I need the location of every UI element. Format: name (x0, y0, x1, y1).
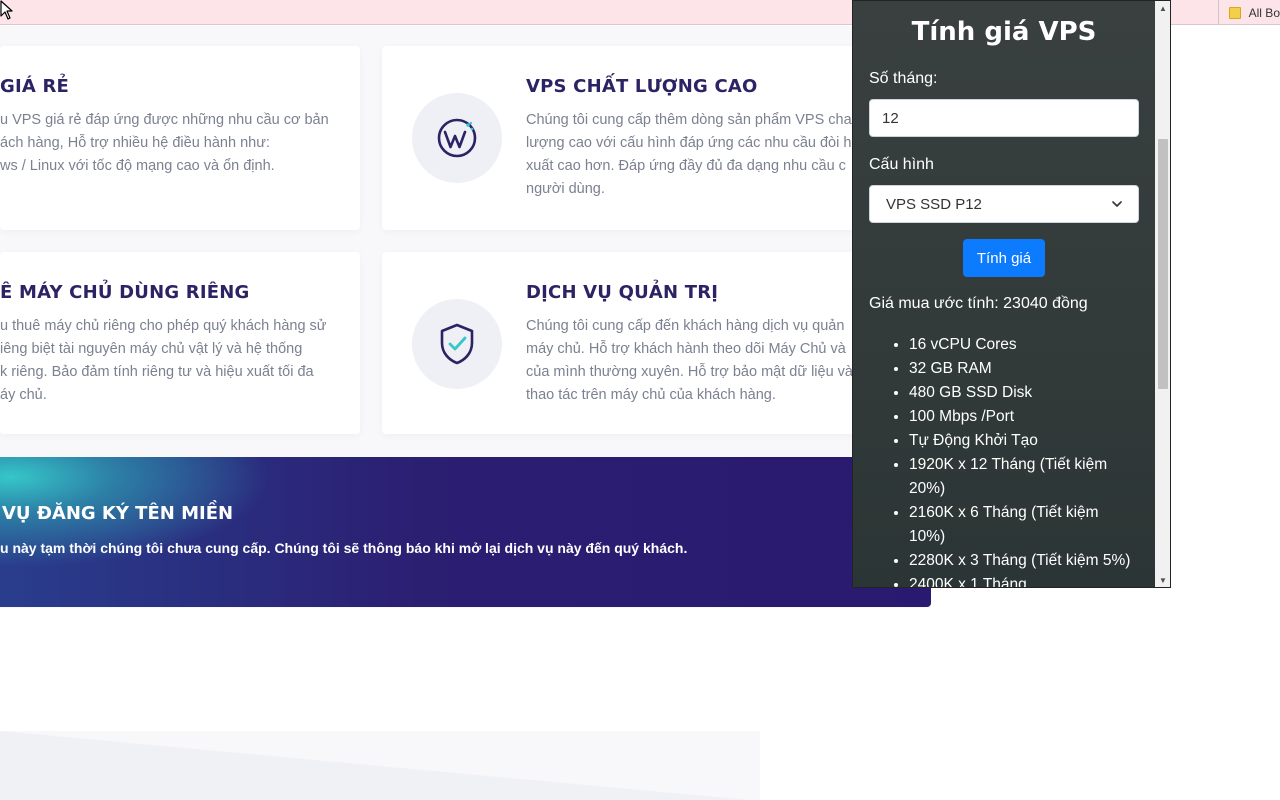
card-line: thao tác trên máy chủ của khách hàng. (526, 387, 776, 403)
popup-content: Tính giá VPS Số tháng: 12 Cấu hình VPS S… (853, 1, 1155, 587)
card-title: GIÁ RẺ (0, 76, 70, 97)
list-item: 32 GB RAM (909, 357, 1139, 381)
list-item: 100 Mbps /Port (909, 405, 1139, 429)
scrollbar-thumb[interactable] (1158, 139, 1168, 389)
card-line: người dùng. (526, 181, 605, 197)
months-label: Số tháng: (869, 70, 938, 87)
decorative-wave (0, 731, 750, 800)
card-line: ws / Linux với tốc độ mạng cao và ổn địn… (0, 158, 275, 174)
scroll-down-arrow-icon[interactable]: ▼ (1155, 573, 1170, 587)
card-line: máy chủ. Hỗ trợ khách hành theo dõi Máy … (526, 341, 846, 357)
vps-price-calculator-popup: Tính giá VPS Số tháng: 12 Cấu hình VPS S… (852, 0, 1171, 588)
folder-icon (1228, 6, 1241, 19)
service-card-vps-chat-luong-cao: VPS CHẤT LƯỢNG CAO Chúng tôi cung cấp th… (382, 46, 862, 230)
price-result: Giá mua ước tính: 23040 đồng (869, 295, 1088, 312)
bottom-right-area (760, 731, 1280, 800)
banner-title: VỤ ĐĂNG KÝ TÊN MIỀN (2, 503, 234, 524)
banner-text: u này tạm thời chúng tôi chưa cung cấp. … (0, 540, 688, 556)
card-line: Chúng tôi cung cấp đến khách hàng dịch v… (526, 318, 845, 334)
card-line: u thuê máy chủ riêng cho phép quý khách … (0, 318, 327, 334)
list-item: Tự Động Khởi Tạo (909, 429, 1139, 453)
card-line: lượng cao với cấu hình đáp ứng các nhu c… (526, 135, 852, 151)
list-item: 2400K x 1 Tháng (909, 573, 1139, 587)
list-item: 480 GB SSD Disk (909, 381, 1139, 405)
card-title: DỊCH VỤ QUẢN TRỊ (526, 282, 719, 303)
card-title: Ê MÁY CHỦ DÙNG RIÊNG (0, 282, 250, 303)
wordpress-icon (437, 118, 477, 158)
card-title: VPS CHẤT LƯỢNG CAO (526, 76, 758, 97)
card-line: ách hàng, Hỗ trợ nhiều hệ điều hành như: (0, 135, 270, 151)
domain-service-banner: VỤ ĐĂNG KÝ TÊN MIỀN u này tạm thời chúng… (0, 457, 931, 607)
card-line: xuất cao hơn. Đáp ứng đầy đủ đa dạng nhu… (526, 158, 846, 174)
months-input-value: 12 (882, 109, 899, 127)
service-card-may-chu-rieng: Ê MÁY CHỦ DÙNG RIÊNG u thuê máy chủ riên… (0, 252, 360, 434)
config-label: Cấu hình (869, 156, 934, 173)
list-item: 16 vCPU Cores (909, 333, 1139, 357)
mouse-cursor-icon (0, 0, 13, 20)
list-item: 2160K x 6 Tháng (Tiết kiệm 10%) (909, 501, 1139, 549)
calculate-button[interactable]: Tính giá (963, 239, 1045, 277)
list-item: 1920K x 12 Tháng (Tiết kiệm 20%) (909, 453, 1139, 501)
popup-title: Tính giá VPS (911, 17, 1097, 47)
icon-circle (412, 299, 502, 389)
scroll-up-arrow-icon[interactable]: ▲ (1155, 1, 1170, 15)
bookmark-all-bookmarks[interactable]: All Bo (1217, 0, 1280, 25)
popup-scrollbar[interactable]: ▲ ▼ (1155, 1, 1170, 587)
card-line: u VPS giá rẻ đáp ứng được những nhu cầu … (0, 112, 329, 128)
page: All Bo GIÁ RẺ u VPS giá rẻ đáp ứng được … (0, 0, 1280, 800)
config-select[interactable]: VPS SSD P12 (869, 185, 1139, 223)
feature-list: 16 vCPU Cores 32 GB RAM 480 GB SSD Disk … (889, 333, 1139, 587)
icon-circle (412, 93, 502, 183)
card-line: áy chủ. (0, 387, 47, 403)
card-line: k riêng. Bảo đảm tính riêng tư và hiệu x… (0, 364, 314, 380)
shield-check-icon (440, 323, 474, 365)
list-item: 2280K x 3 Tháng (Tiết kiệm 5%) (909, 549, 1139, 573)
card-line: Chúng tôi cung cấp thêm dòng sản phẩm VP… (526, 112, 852, 128)
months-input[interactable]: 12 (869, 99, 1139, 137)
config-select-value: VPS SSD P12 (886, 195, 982, 213)
service-card-dich-vu-quan-tri: DỊCH VỤ QUẢN TRỊ Chúng tôi cung cấp đến … (382, 252, 862, 434)
bookmark-label: All Bo (1248, 5, 1280, 20)
service-card-vps-gia-re: GIÁ RẺ u VPS giá rẻ đáp ứng được những n… (0, 46, 360, 230)
card-line: của mình thường xuyên. Hỗ trợ bảo mật dữ… (526, 364, 853, 380)
card-line: iêng biệt tài nguyên máy chủ vật lý và h… (0, 341, 303, 357)
chevron-down-icon (1112, 200, 1122, 207)
